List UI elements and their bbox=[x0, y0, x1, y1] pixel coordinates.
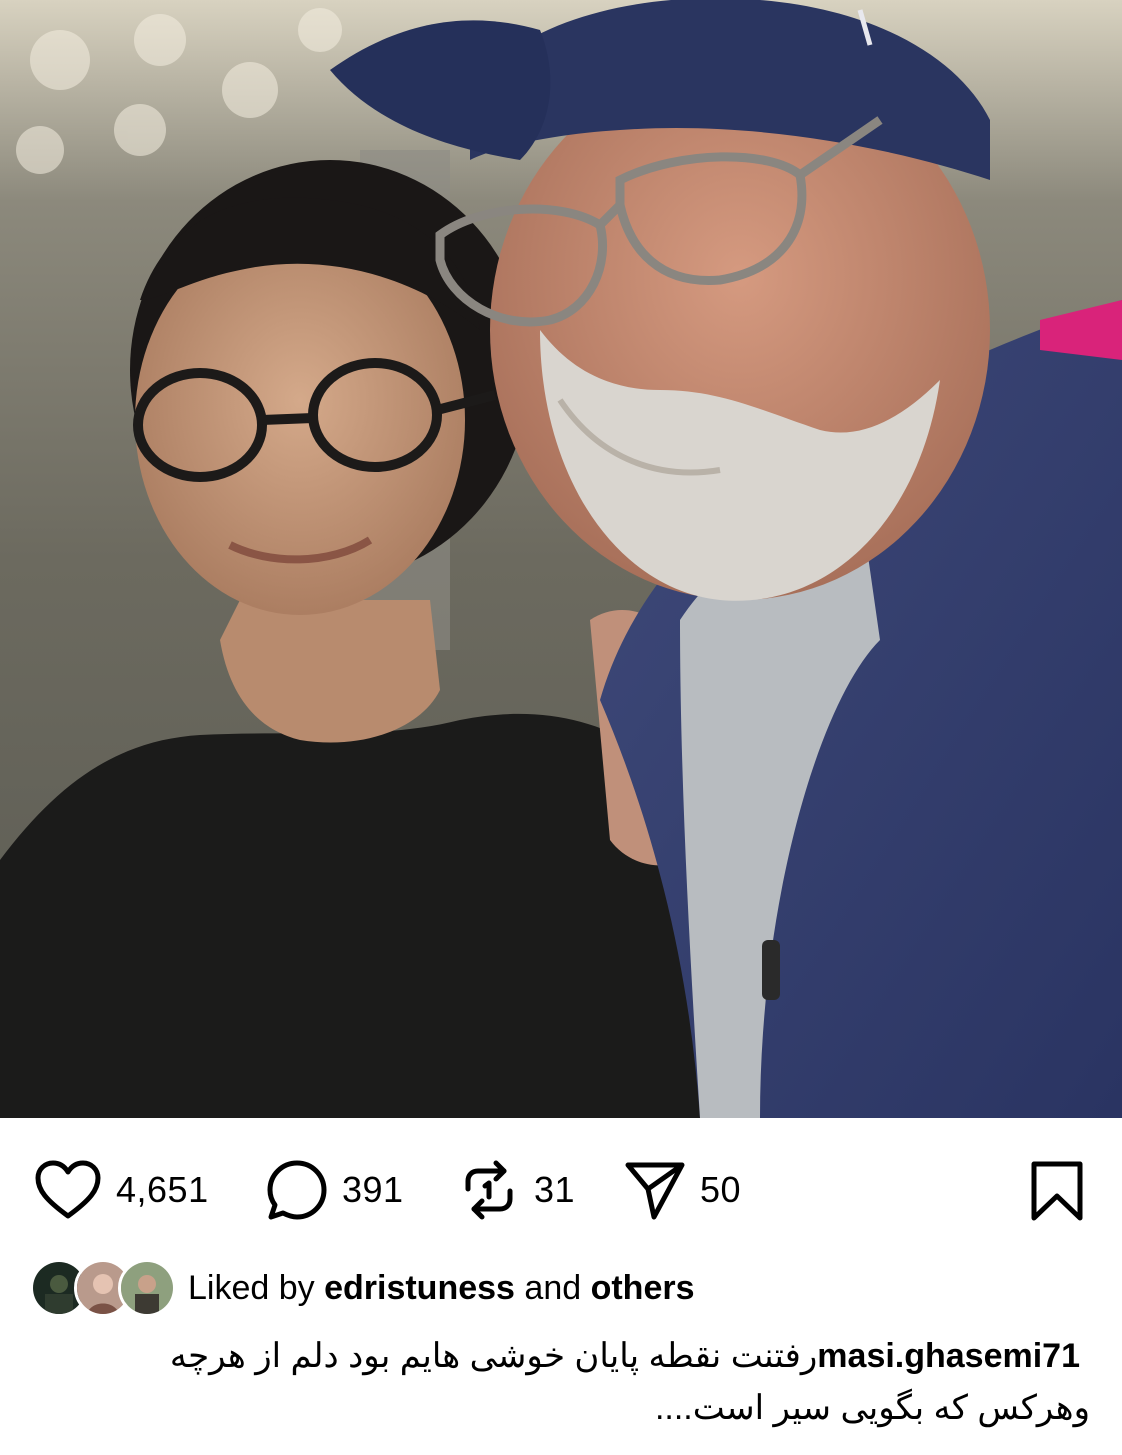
likes-count[interactable]: 4,651 bbox=[116, 1169, 209, 1211]
reposts-count[interactable]: 31 bbox=[534, 1169, 575, 1211]
share-icon[interactable] bbox=[624, 1159, 686, 1221]
liked-by-prefix: Liked by bbox=[188, 1268, 315, 1307]
caption-username[interactable]: masi.ghasemi71 bbox=[817, 1330, 1080, 1382]
liked-by-others[interactable]: others bbox=[591, 1269, 695, 1308]
share-action[interactable]: 50 bbox=[624, 1160, 741, 1220]
liked-by-row: Liked by edristuness and others bbox=[30, 1258, 695, 1318]
liked-by-and: and bbox=[524, 1268, 582, 1307]
bookmark-button[interactable] bbox=[1030, 1160, 1084, 1227]
liked-by-user[interactable]: edristuness bbox=[324, 1269, 515, 1308]
comment-icon[interactable] bbox=[266, 1159, 328, 1221]
repost-action[interactable]: 31 bbox=[458, 1160, 575, 1220]
avatar-image bbox=[121, 1262, 173, 1314]
action-bar: 4,651 391 31 50 bbox=[0, 1118, 1122, 1258]
caption-text-line2: وهرکس که بگویی سیر است.... bbox=[654, 1389, 1090, 1427]
photo-illustration bbox=[0, 0, 1122, 1118]
repost-icon[interactable] bbox=[458, 1159, 520, 1221]
post-photo[interactable] bbox=[0, 0, 1122, 1118]
post-caption: masi.ghasemi71 رفتنت نقطه پایان خوشی های… bbox=[30, 1330, 1090, 1434]
bookmark-icon[interactable] bbox=[1030, 1160, 1084, 1222]
like-action[interactable]: 4,651 bbox=[34, 1160, 209, 1220]
liker-avatars[interactable] bbox=[30, 1259, 176, 1317]
shares-count[interactable]: 50 bbox=[700, 1169, 741, 1211]
avatar[interactable] bbox=[118, 1259, 176, 1317]
caption-text-line1: رفتنت نقطه پایان خوشی هایم بود دلم از هر… bbox=[169, 1337, 818, 1375]
comment-action[interactable]: 391 bbox=[266, 1160, 404, 1220]
caption-first-line: masi.ghasemi71 رفتنت نقطه پایان خوشی های… bbox=[30, 1330, 1090, 1382]
comments-count[interactable]: 391 bbox=[342, 1169, 404, 1211]
heart-icon[interactable] bbox=[34, 1160, 102, 1220]
